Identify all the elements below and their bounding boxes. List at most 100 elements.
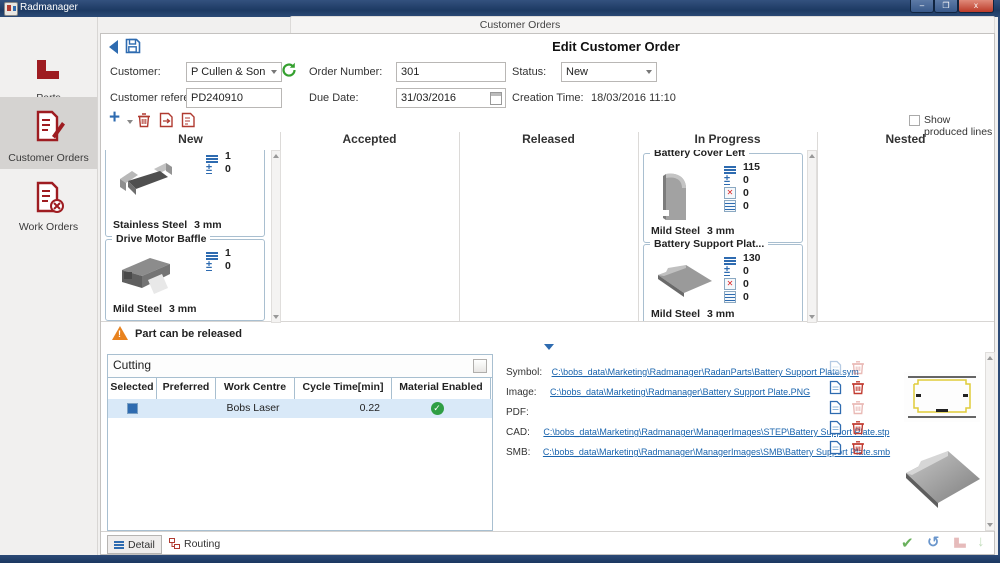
delete-file-icon[interactable] xyxy=(851,420,865,435)
file-link[interactable]: C:\bobs_data\Marketing\Radmanager\Batter… xyxy=(550,387,810,397)
tab-routing[interactable]: Routing xyxy=(163,535,226,552)
due-date-input[interactable]: 31/03/2016 xyxy=(396,88,506,108)
open-document-icon[interactable] xyxy=(829,400,842,415)
app-icon xyxy=(4,2,18,16)
stat-value: 1 xyxy=(225,150,231,162)
import-line-icon[interactable] xyxy=(159,112,174,128)
minimize-button[interactable]: – xyxy=(910,0,934,13)
file-row-pdf: PDF: xyxy=(506,402,538,420)
stat-value: 0 xyxy=(743,265,749,277)
sidebar-item-parts[interactable]: Parts xyxy=(0,45,97,103)
scroll-up-icon[interactable] xyxy=(987,356,993,360)
produced-icon: ± xyxy=(206,163,212,174)
file-label: CAD: xyxy=(506,427,530,438)
produced-icon: ± xyxy=(206,260,212,271)
column-work-centre[interactable]: Work Centre xyxy=(216,377,295,399)
column-preferred[interactable]: Preferred xyxy=(157,377,216,399)
stat-value: 0 xyxy=(743,187,749,199)
delete-line-icon[interactable] xyxy=(137,112,151,128)
status-select[interactable]: New xyxy=(561,62,657,82)
refresh-icon[interactable] xyxy=(281,62,297,78)
stat-value: 0 xyxy=(225,163,231,175)
chevron-down-icon xyxy=(271,70,277,74)
scroll-up-icon[interactable] xyxy=(809,154,815,158)
file-label: Symbol: xyxy=(506,367,542,378)
order-number-input[interactable] xyxy=(396,62,506,82)
part-card-title: Battery Cover Left xyxy=(650,150,749,159)
cutting-table: Cutting Selected Preferred Work Centre C… xyxy=(107,354,493,531)
back-button[interactable] xyxy=(109,40,118,54)
cutting-table-title: Cutting xyxy=(113,358,151,372)
part-card-stats: 130 ±0 ✕0 0 xyxy=(724,251,780,303)
tab-detail[interactable]: Detail xyxy=(107,535,162,554)
delete-file-icon[interactable] xyxy=(851,440,865,455)
stat-value: 115 xyxy=(743,161,760,173)
detail-panel-scrollbar[interactable] xyxy=(985,352,995,531)
stat-value: 0 xyxy=(743,200,749,212)
column-selected[interactable]: Selected xyxy=(108,377,157,399)
scroll-down-icon[interactable] xyxy=(273,315,279,319)
warning-icon xyxy=(112,326,128,340)
column-divider xyxy=(638,132,639,321)
customer-orders-tab[interactable] xyxy=(290,16,995,34)
open-document-icon[interactable] xyxy=(829,420,842,435)
part-card-battery-support-plate[interactable]: Battery Support Plat... 130 ±0 ✕0 0 Mild… xyxy=(643,244,803,321)
new-column-scrollbar[interactable] xyxy=(271,150,281,323)
rejected-icon: ✕ xyxy=(724,187,736,199)
stat-value: 0 xyxy=(225,260,231,272)
file-link[interactable]: C:\bobs_data\Marketing\Radmanager\RadanP… xyxy=(552,367,859,377)
file-label: SMB: xyxy=(506,447,530,458)
part-card-material: Stainless Steel3 mm xyxy=(113,219,229,231)
column-material-enabled[interactable]: Material Enabled xyxy=(392,377,491,399)
scroll-down-icon[interactable] xyxy=(809,315,815,319)
window-bottom-border xyxy=(0,555,1000,563)
scroll-up-icon[interactable] xyxy=(273,154,279,158)
customer-orders-tab-label: Customer Orders xyxy=(440,19,600,31)
delete-file-icon xyxy=(851,360,865,375)
part-drawing-preview xyxy=(904,372,980,422)
add-line-dropdown-icon[interactable] xyxy=(127,120,133,124)
confirm-icon[interactable]: ✔ xyxy=(901,534,914,552)
expand-icon[interactable] xyxy=(473,359,487,373)
status-label: Status: xyxy=(512,66,546,78)
file-label: Image: xyxy=(506,387,537,398)
part-card-title: Battery Support Plat... xyxy=(650,238,768,250)
sidebar-item-customer-orders[interactable]: Customer Orders xyxy=(0,97,97,169)
part-card-title: Drive Motor Baffle xyxy=(112,233,210,245)
customer-select[interactable]: P Cullen & Son xyxy=(186,62,282,82)
open-document-icon[interactable] xyxy=(829,440,842,455)
part-thumbnail xyxy=(114,159,178,207)
save-icon[interactable] xyxy=(125,38,141,54)
detail-list-icon xyxy=(114,541,124,543)
selected-checkbox[interactable] xyxy=(127,403,138,414)
scroll-down-icon[interactable] xyxy=(987,523,993,527)
open-document-icon[interactable] xyxy=(829,380,842,395)
part-card-chassis-base-panel[interactable]: Chassis Base Panel 1 ±0 Stainless Steel3… xyxy=(105,150,265,237)
make-part-icon xyxy=(952,536,968,550)
in-progress-column-scrollbar[interactable] xyxy=(807,150,817,323)
part-thumbnail xyxy=(652,166,700,224)
column-header-in-progress: In Progress xyxy=(638,132,817,150)
column-cycle-time[interactable]: Cycle Time[min] xyxy=(295,377,392,399)
maximize-button[interactable]: ❐ xyxy=(934,0,958,13)
add-line-button[interactable]: + xyxy=(109,110,125,126)
part-card-battery-cover-left[interactable]: Battery Cover Left 115 ±0 ✕0 0 Mild Stee… xyxy=(643,153,803,243)
table-row[interactable]: Bobs Laser 0.22 ✓ xyxy=(108,399,492,418)
sidebar-item-work-orders[interactable]: Work Orders xyxy=(0,172,97,236)
close-button[interactable]: x xyxy=(958,0,994,13)
collapse-detail-icon[interactable] xyxy=(544,344,554,350)
page-title: Edit Customer Order xyxy=(536,39,696,54)
produced-icon: ± xyxy=(724,265,730,276)
calendar-icon[interactable] xyxy=(490,92,502,105)
part-card-material: Mild Steel3 mm xyxy=(651,225,741,237)
undo-icon[interactable]: ↺ xyxy=(927,533,940,551)
delete-file-icon[interactable] xyxy=(851,380,865,395)
customer-reference-input[interactable] xyxy=(186,88,282,108)
part-card-drive-motor-baffle[interactable]: Drive Motor Baffle 1 ±0 Mild Steel3 mm xyxy=(105,239,265,321)
parts-icon xyxy=(33,57,63,83)
customer-orders-icon xyxy=(32,109,66,143)
show-produced-lines-checkbox[interactable] xyxy=(909,115,920,126)
edit-line-icon[interactable] xyxy=(181,112,196,128)
stat-value: 130 xyxy=(743,252,761,264)
file-row-image: Image: C:\bobs_data\Marketing\Radmanager… xyxy=(506,382,810,400)
